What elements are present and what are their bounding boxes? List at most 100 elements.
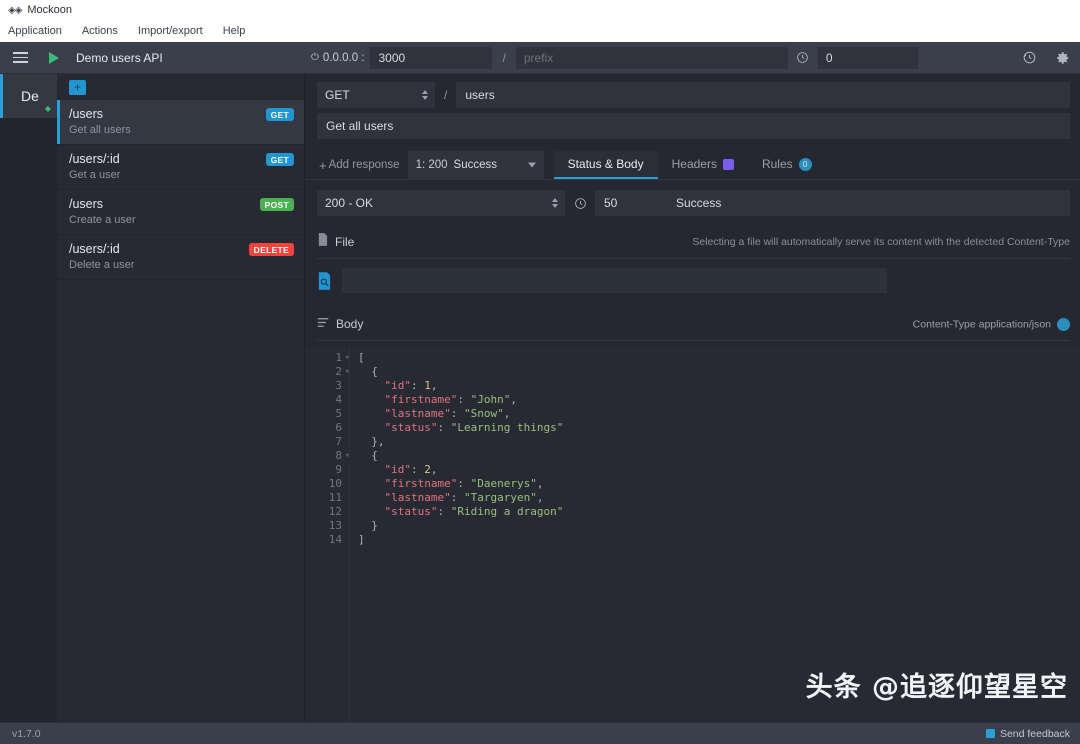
history-clock-icon[interactable] bbox=[1012, 42, 1046, 73]
environment-item-label: De bbox=[21, 88, 39, 104]
route-documentation: Delete a user bbox=[69, 259, 135, 271]
line-number: 5 bbox=[335, 407, 342, 420]
chevron-updown-icon bbox=[422, 90, 428, 100]
app-toolbar: Demo users API ⏻ 0.0.0.0 : / bbox=[0, 42, 1080, 74]
file-path-input[interactable] bbox=[342, 268, 887, 293]
method-path-row: GET / bbox=[305, 74, 1080, 108]
route-editor: GET / + Add response 1: 200 Success Stat… bbox=[305, 74, 1080, 722]
code-line: { bbox=[358, 449, 378, 462]
list-item[interactable]: /users/:id GET Get a user bbox=[57, 145, 304, 190]
file-icon bbox=[317, 233, 328, 251]
play-icon[interactable] bbox=[40, 51, 68, 64]
feedback-icon bbox=[985, 729, 995, 738]
fold-toggle-icon[interactable]: ▾ bbox=[345, 351, 350, 365]
port-input[interactable] bbox=[370, 46, 493, 69]
info-circle-icon[interactable] bbox=[1057, 317, 1070, 331]
tab-label: Status & Body bbox=[567, 157, 644, 171]
clock-icon bbox=[788, 42, 818, 73]
response-tabs: + Add response 1: 200 Success Status & B… bbox=[305, 151, 1080, 180]
body-code-editor[interactable]: 1 ▾ 2 ▾ 3 4 5 6 7 8 ▾ 9 10 11 12 13 14 [ { "id": 1, "fir… bbox=[305, 347, 1080, 722]
status-bar: v1.7.0 Send feedback bbox=[0, 722, 1080, 744]
route-path: /users bbox=[69, 107, 104, 121]
routes-toolbar: + bbox=[57, 74, 304, 100]
status-code-select[interactable]: 200 - OK bbox=[317, 190, 565, 216]
method-select[interactable]: GET bbox=[317, 82, 435, 108]
route-path: /users/:id bbox=[69, 242, 120, 256]
add-response-button[interactable]: + Add response bbox=[317, 151, 408, 179]
body-section-title: Body bbox=[336, 317, 364, 331]
app-version: v1.7.0 bbox=[12, 727, 41, 740]
file-section-hint: Selecting a file will automatically serv… bbox=[692, 236, 1070, 248]
window-titlebar: ◈◈ Mockoon bbox=[0, 0, 1080, 20]
tab-rules[interactable]: Rules 0 bbox=[748, 151, 826, 179]
add-response-label: Add response bbox=[328, 159, 400, 171]
code-line: "status": "Learning things" bbox=[358, 421, 564, 434]
route-method-badge: POST bbox=[259, 198, 294, 211]
documentation-input[interactable] bbox=[317, 113, 1070, 139]
list-item[interactable]: /users GET Get all users bbox=[57, 100, 304, 145]
route-method-badge: GET bbox=[265, 108, 294, 121]
fold-toggle-icon[interactable]: ▾ bbox=[345, 449, 350, 463]
menu-item-actions[interactable]: Actions bbox=[79, 24, 121, 38]
file-search-icon[interactable] bbox=[317, 271, 332, 290]
latency-input[interactable] bbox=[817, 46, 918, 69]
status-row: 200 - OK bbox=[305, 180, 1080, 216]
line-number: 12 bbox=[328, 505, 342, 518]
menu-item-help[interactable]: Help bbox=[220, 24, 249, 38]
body-lines-icon bbox=[317, 315, 329, 333]
hostname-label: 0.0.0.0 : bbox=[322, 51, 365, 64]
fold-toggle-icon[interactable]: ▾ bbox=[345, 365, 350, 379]
plus-square-icon[interactable]: + bbox=[69, 79, 86, 95]
code-line: }, bbox=[358, 435, 385, 448]
list-item[interactable]: /users/:id DELETE Delete a user bbox=[57, 235, 304, 280]
file-row bbox=[305, 259, 1080, 293]
response-label: Success bbox=[453, 159, 498, 171]
line-number: 6 bbox=[335, 421, 342, 434]
mockoon-logo-icon: ◈◈ bbox=[8, 4, 22, 16]
prefix-input[interactable] bbox=[515, 46, 788, 69]
line-number: 9 bbox=[335, 463, 342, 476]
tab-status-body[interactable]: Status & Body bbox=[553, 151, 658, 179]
menu-item-application[interactable]: Application bbox=[5, 24, 65, 38]
line-number: 2 ▾ bbox=[335, 365, 350, 379]
code-line: } bbox=[358, 519, 378, 532]
gear-icon[interactable] bbox=[1046, 42, 1080, 73]
editor-code[interactable]: [ { "id": 1, "firstname": "John", "lastn… bbox=[350, 347, 1080, 722]
toolbar-right-group: ⏻ 0.0.0.0 : / bbox=[305, 42, 1080, 73]
list-item[interactable]: /users POST Create a user bbox=[57, 190, 304, 235]
route-documentation: Create a user bbox=[69, 214, 136, 226]
content-type-label: Content-Type application/json bbox=[913, 317, 1070, 331]
hamburger-menu-icon[interactable] bbox=[0, 52, 40, 63]
route-documentation: Get a user bbox=[69, 169, 121, 181]
endpoint-path-separator: / bbox=[444, 88, 448, 102]
environment-item-demo[interactable]: De ◆ bbox=[0, 74, 57, 118]
hostname-group: ⏻ 0.0.0.0 : bbox=[305, 42, 370, 73]
code-line: { bbox=[358, 365, 378, 378]
line-number: 13 bbox=[328, 519, 342, 532]
rules-count-badge: 0 bbox=[798, 157, 812, 171]
code-line: "id": 1, bbox=[358, 379, 438, 392]
toolbar-left-group: Demo users API bbox=[0, 42, 305, 73]
chevron-updown-icon bbox=[552, 198, 558, 208]
route-path: /users bbox=[69, 197, 104, 211]
code-line: "firstname": "John", bbox=[358, 393, 517, 406]
menubar: Application Actions Import/export Help bbox=[0, 20, 1080, 42]
code-line: ] bbox=[358, 533, 365, 546]
response-latency-input[interactable] bbox=[595, 190, 667, 216]
menu-item-import-export[interactable]: Import/export bbox=[135, 24, 206, 38]
headers-count-badge bbox=[722, 158, 734, 170]
response-select[interactable]: 1: 200 Success bbox=[407, 151, 544, 179]
window-title: Mockoon bbox=[27, 4, 73, 16]
line-number: 7 bbox=[335, 435, 342, 448]
routes-list: + /users GET Get all users /users/:id GE… bbox=[57, 74, 305, 722]
response-name-input[interactable] bbox=[667, 190, 1070, 216]
tab-headers[interactable]: Headers bbox=[658, 151, 748, 179]
environments-rail: De ◆ bbox=[0, 74, 57, 722]
line-number: 8 ▾ bbox=[335, 449, 350, 463]
line-number: 4 bbox=[335, 393, 342, 406]
endpoint-input[interactable] bbox=[456, 82, 1070, 108]
route-method-badge: DELETE bbox=[248, 243, 294, 256]
send-feedback-button[interactable]: Send feedback bbox=[985, 728, 1070, 740]
editor-gutter: 1 ▾ 2 ▾ 3 4 5 6 7 8 ▾ 9 10 11 12 13 14 bbox=[305, 347, 350, 722]
line-number: 11 bbox=[328, 491, 342, 504]
